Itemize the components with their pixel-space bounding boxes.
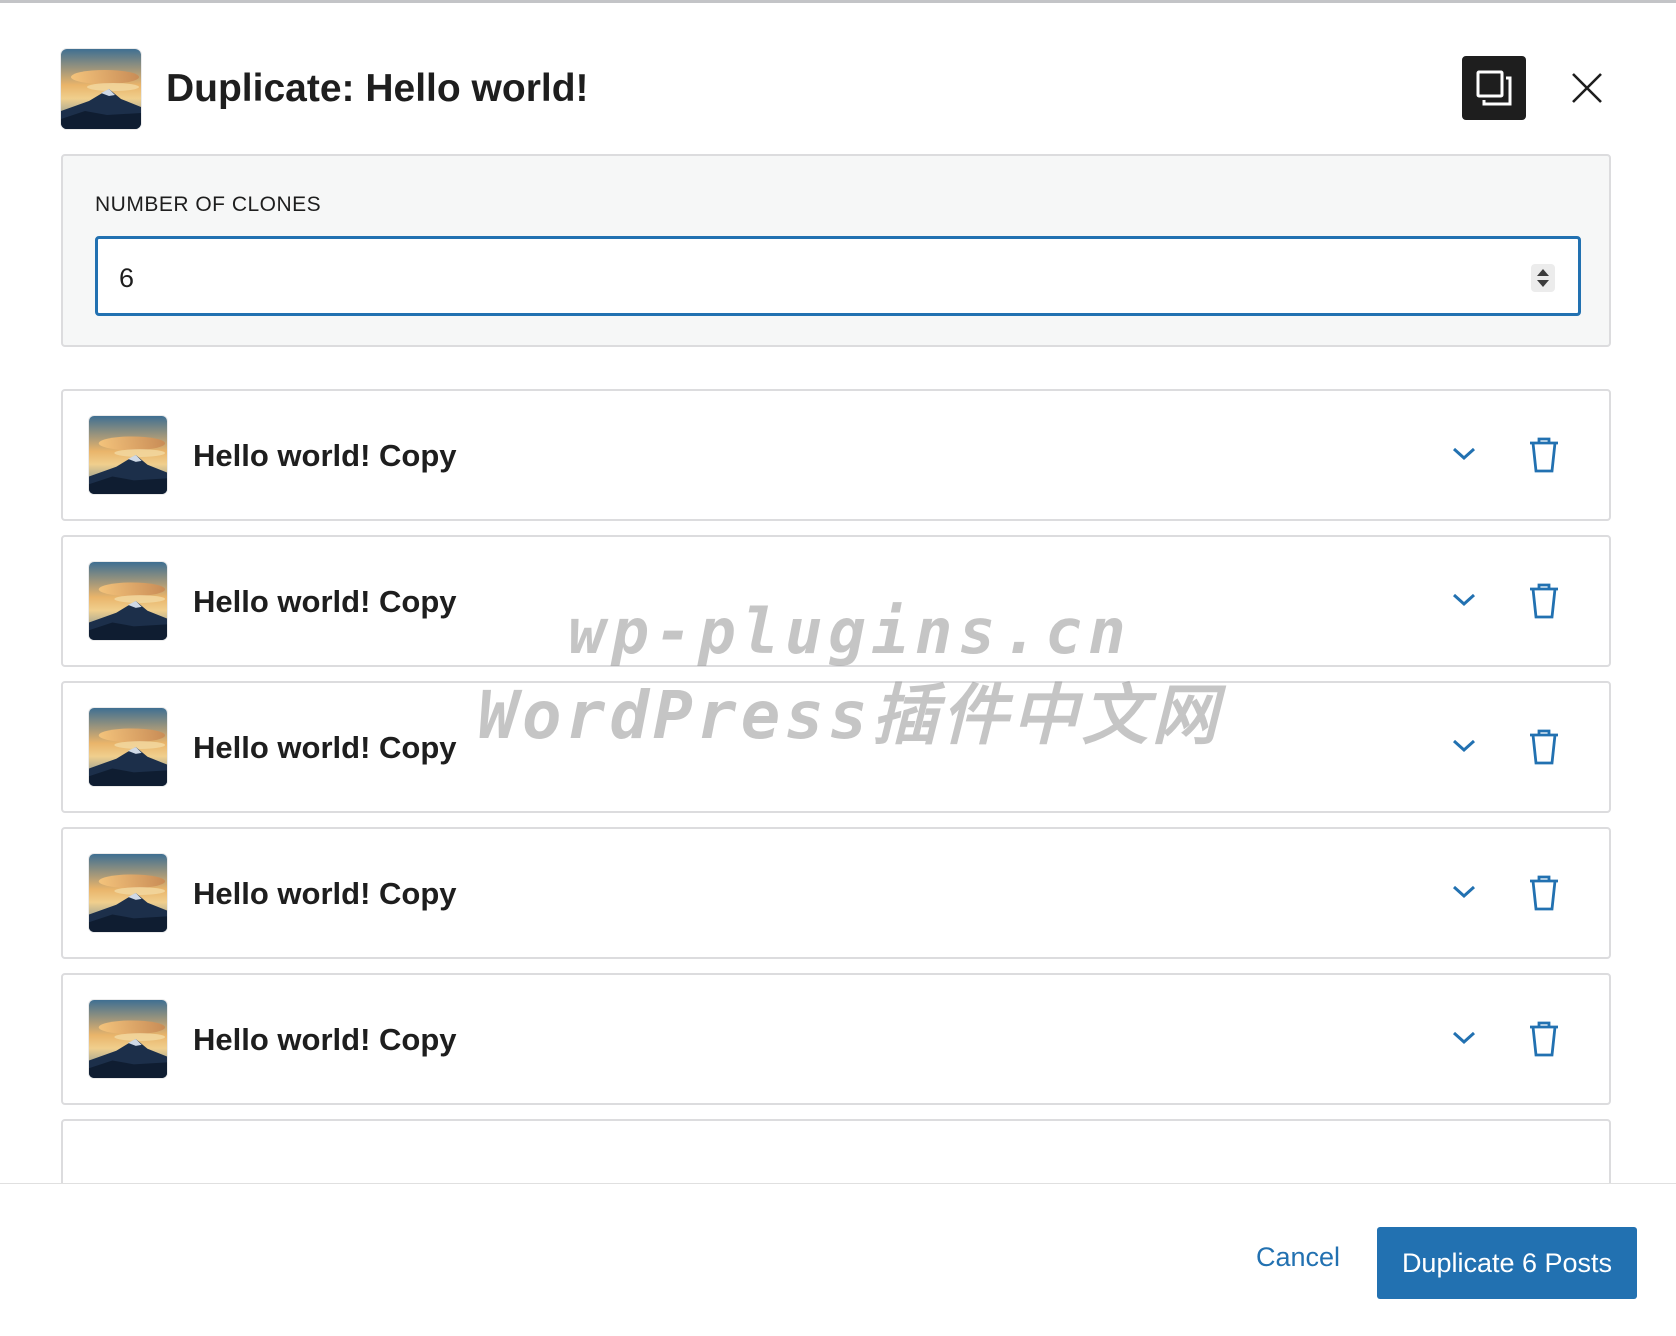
- delete-clone-button[interactable]: [1519, 1015, 1569, 1065]
- clone-title: Hello world! Copy: [193, 438, 457, 473]
- trash-icon: [1530, 583, 1558, 619]
- featured-image-thumbnail: [61, 49, 141, 129]
- copy-icon: [1476, 70, 1512, 106]
- chevron-down-icon: [1452, 447, 1476, 461]
- chevron-down-icon: [1452, 1031, 1476, 1045]
- clone-item: [61, 1119, 1611, 1183]
- expand-clone-button[interactable]: [1439, 723, 1489, 773]
- trash-icon: [1530, 437, 1558, 473]
- clone-title: Hello world! Copy: [193, 1022, 457, 1057]
- trash-icon: [1530, 1021, 1558, 1057]
- close-button[interactable]: [1555, 56, 1619, 120]
- chevron-down-icon: [1452, 885, 1476, 899]
- clone-thumbnail: [89, 854, 167, 932]
- delete-clone-button[interactable]: [1519, 577, 1569, 627]
- number-of-clones-input[interactable]: 6: [95, 236, 1581, 316]
- expand-clone-button[interactable]: [1439, 869, 1489, 919]
- clone-thumbnail: [89, 562, 167, 640]
- close-icon: [1572, 73, 1602, 103]
- delete-clone-button[interactable]: [1519, 869, 1569, 919]
- clone-item: Hello world! Copy: [61, 827, 1611, 959]
- clone-thumbnail: [89, 1000, 167, 1078]
- clone-title: Hello world! Copy: [193, 876, 457, 911]
- duplicate-settings-button[interactable]: [1462, 56, 1526, 120]
- clone-title: Hello world! Copy: [193, 730, 457, 765]
- number-spinner[interactable]: [1531, 264, 1555, 292]
- clone-item: Hello world! Copy: [61, 389, 1611, 521]
- clone-item: Hello world! Copy: [61, 973, 1611, 1105]
- delete-clone-button[interactable]: [1519, 431, 1569, 481]
- clone-thumbnail: [89, 416, 167, 494]
- number-of-clones-panel: NUMBER OF CLONES 6: [61, 154, 1611, 347]
- spinner-arrows-icon: [1537, 269, 1549, 287]
- duplicate-posts-button[interactable]: Duplicate 6 Posts: [1377, 1227, 1637, 1299]
- clone-thumbnail: [89, 708, 167, 786]
- clone-list: Hello world! Copy Hello world! Copy Hell…: [61, 389, 1611, 1183]
- expand-clone-button[interactable]: [1439, 431, 1489, 481]
- dialog-footer: Cancel Duplicate 6 Posts: [0, 1183, 1676, 1336]
- clone-item: Hello world! Copy: [61, 535, 1611, 667]
- number-of-clones-value: 6: [119, 263, 135, 293]
- clone-item: Hello world! Copy: [61, 681, 1611, 813]
- dialog-header: Duplicate: Hello world!: [61, 49, 1616, 130]
- dialog-title: Duplicate: Hello world!: [166, 67, 589, 110]
- chevron-down-icon: [1452, 739, 1476, 753]
- clone-title: Hello world! Copy: [193, 584, 457, 619]
- trash-icon: [1530, 729, 1558, 765]
- trash-icon: [1530, 875, 1558, 911]
- expand-clone-button[interactable]: [1439, 577, 1489, 627]
- chevron-down-icon: [1452, 593, 1476, 607]
- expand-clone-button[interactable]: [1439, 1015, 1489, 1065]
- top-divider: [0, 0, 1676, 3]
- cancel-button[interactable]: Cancel: [1233, 1223, 1363, 1291]
- number-of-clones-label: NUMBER OF CLONES: [95, 193, 322, 216]
- delete-clone-button[interactable]: [1519, 723, 1569, 773]
